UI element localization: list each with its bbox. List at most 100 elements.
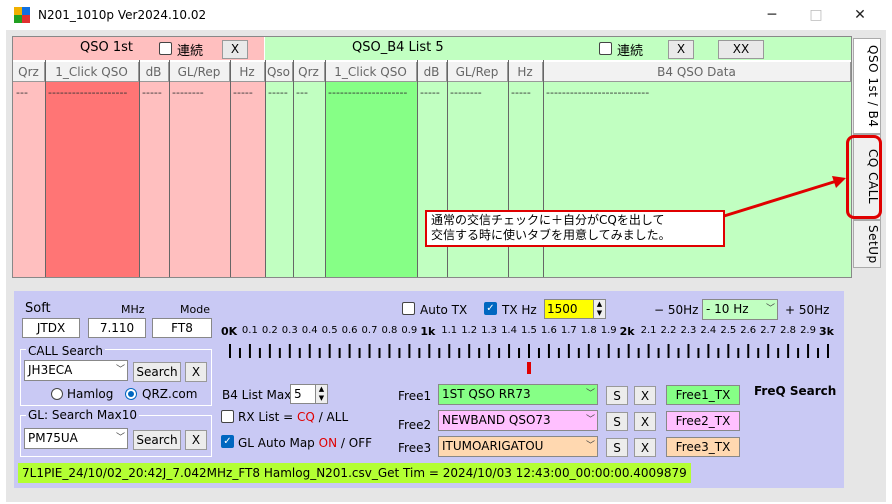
free3-tx-button[interactable]: Free3_TX <box>666 437 740 457</box>
scale-label: 2.2 <box>660 325 677 336</box>
table-cell[interactable]: ----- <box>511 86 541 99</box>
table-cell[interactable]: -------------------- <box>328 86 414 99</box>
rx-list-checkbox[interactable] <box>221 410 234 423</box>
hamlog-radio[interactable] <box>51 388 63 400</box>
freq-search-label[interactable]: FreQ Search <box>754 384 836 398</box>
auto-tx-checkbox[interactable] <box>402 302 415 315</box>
hamlog-label: Hamlog <box>67 387 114 401</box>
col-header[interactable]: dB <box>139 62 169 82</box>
free2-combo[interactable]: NEWBAND QSO73 ﹀ <box>438 410 598 431</box>
grid-line <box>230 60 231 277</box>
annotation-note: 通常の交信チェックに＋自分がCQを出して 交信する時に使いタブを用意してみました… <box>425 210 725 247</box>
qsob4-clear-button[interactable]: X <box>668 40 694 59</box>
free1-x-button[interactable]: X <box>634 386 656 405</box>
qso1st-clear-button[interactable]: X <box>222 40 248 59</box>
table-cell[interactable]: -------------------- <box>48 86 136 99</box>
grid-line <box>169 60 170 277</box>
free1-s-button[interactable]: S <box>606 386 628 405</box>
grid-line <box>45 60 46 277</box>
qso1st-renzoku-checkbox[interactable] <box>159 42 172 55</box>
free3-s-button[interactable]: S <box>606 438 628 457</box>
free1-tx-button[interactable]: Free1_TX <box>666 385 740 405</box>
rx-list-all: / ALL <box>318 410 349 424</box>
col-header[interactable]: 1_Click QSO <box>325 62 417 82</box>
scale-label: 1.7 <box>560 325 577 336</box>
tab-setup[interactable]: SetUp <box>853 220 881 268</box>
tx-frequency-marker <box>527 362 531 374</box>
table-cell[interactable]: -------- <box>172 86 227 99</box>
tx-hz-spinner[interactable]: ▲ ▼ <box>593 299 606 319</box>
gl-clear-button[interactable]: X <box>185 430 207 450</box>
col-header[interactable]: Qrz <box>13 62 45 82</box>
col-header[interactable]: B4 QSO Data <box>543 62 851 82</box>
freq-scale: 0K 0.1 0.2 0.3 0.4 0.5 0.6 0.7 0.8 0.9 1k 1.1 1.2 1.3… <box>221 325 842 343</box>
gl-combo[interactable]: PM75UA ﹀ <box>24 428 128 449</box>
qsob4-renzoku-label: 連続 <box>617 44 644 59</box>
col-header[interactable]: GL/Rep <box>447 62 508 82</box>
table-cell[interactable]: -------- <box>450 86 505 99</box>
scale-label: 1.1 <box>441 325 458 336</box>
hz-step-combo[interactable]: - 10 Hz ﹀ <box>702 299 778 320</box>
free1-label: Free1 <box>398 389 432 403</box>
free2-tx-button[interactable]: Free2_TX <box>666 411 740 431</box>
col-header[interactable]: Qrz <box>293 62 325 82</box>
minus-50hz-label: − 50Hz <box>654 303 699 317</box>
qrz-radio[interactable] <box>125 388 137 400</box>
col-header[interactable]: dB <box>417 62 447 82</box>
minimize-button[interactable]: ─ <box>752 4 792 26</box>
tx-hz-label: TX Hz <box>502 303 537 317</box>
free2-x-button[interactable]: X <box>634 412 656 431</box>
b4-list-max-spinner[interactable]: ▲ ▼ <box>315 384 328 404</box>
scale-label: 1.6 <box>540 325 557 336</box>
mode-value: FT8 <box>152 318 212 338</box>
table-cell[interactable]: ----- <box>233 86 263 99</box>
col-header[interactable]: Hz <box>230 62 265 82</box>
call-combo[interactable]: JH3ECA ﹀ <box>24 360 128 381</box>
chevron-down-icon: ﹀ <box>585 441 595 451</box>
scale-label: 1.5 <box>521 325 537 336</box>
free3-combo[interactable]: ITUMOARIGATOU ﹀ <box>438 436 598 457</box>
table-cell[interactable]: ----- <box>142 86 168 99</box>
rx-list-label: RX List = CQ / ALL <box>238 410 348 424</box>
call-clear-button[interactable]: X <box>185 362 207 382</box>
free3-label: Free3 <box>398 441 432 455</box>
freq-scale-ticks[interactable] <box>222 342 842 376</box>
table-cell[interactable]: ----- <box>420 86 446 99</box>
col-bg <box>13 82 45 277</box>
rx-list-cq: CQ <box>297 410 315 424</box>
scale-label: 0.8 <box>381 325 398 336</box>
tx-hz-checkbox[interactable]: ✓ <box>484 302 497 315</box>
table-cell[interactable]: --- <box>16 86 44 99</box>
table-cell[interactable]: --- <box>296 86 324 99</box>
free3-x-button[interactable]: X <box>634 438 656 457</box>
qrz-label: QRZ.com <box>142 387 198 401</box>
scale-label: 1.9 <box>600 325 617 336</box>
col-header[interactable]: 1_Click QSO <box>45 62 139 82</box>
scale-label: 1.4 <box>501 325 517 336</box>
table-cell[interactable]: -------------------------- <box>546 86 686 99</box>
tab-qso-1st-b4[interactable]: QSO 1st / B4 <box>853 38 881 134</box>
gl-auto-map-checkbox[interactable]: ✓ <box>221 435 234 448</box>
qsob4-clearall-button[interactable]: XX <box>718 40 764 59</box>
table-cell[interactable]: ----- <box>268 86 292 99</box>
col-header[interactable]: GL/Rep <box>169 62 230 82</box>
grid-line <box>325 60 326 277</box>
call-search-button[interactable]: Search <box>133 362 181 382</box>
col-header[interactable]: Qso <box>265 62 293 82</box>
qsob4-renzoku-checkbox[interactable] <box>599 42 612 55</box>
scale-label: 1k <box>420 325 436 338</box>
maximize-button[interactable]: □ <box>796 4 836 26</box>
scale-label: 2.5 <box>720 325 737 336</box>
gl-auto-map-on: ON <box>318 436 338 450</box>
qso1st-title: QSO 1st <box>80 40 133 55</box>
gl-search-button[interactable]: Search <box>133 430 181 450</box>
col-header[interactable]: Hz <box>508 62 543 82</box>
free1-combo[interactable]: 1ST QSO RR73 ﹀ <box>438 384 598 405</box>
b4-list-max-value[interactable]: 5 <box>290 384 316 404</box>
free2-s-button[interactable]: S <box>606 412 628 431</box>
scale-label: 2.4 <box>700 325 717 336</box>
close-button[interactable]: ✕ <box>840 4 880 26</box>
mhz-label: MHz <box>121 303 145 316</box>
scale-label: 2.8 <box>780 325 797 336</box>
tx-hz-value[interactable]: 1500 <box>544 299 594 319</box>
